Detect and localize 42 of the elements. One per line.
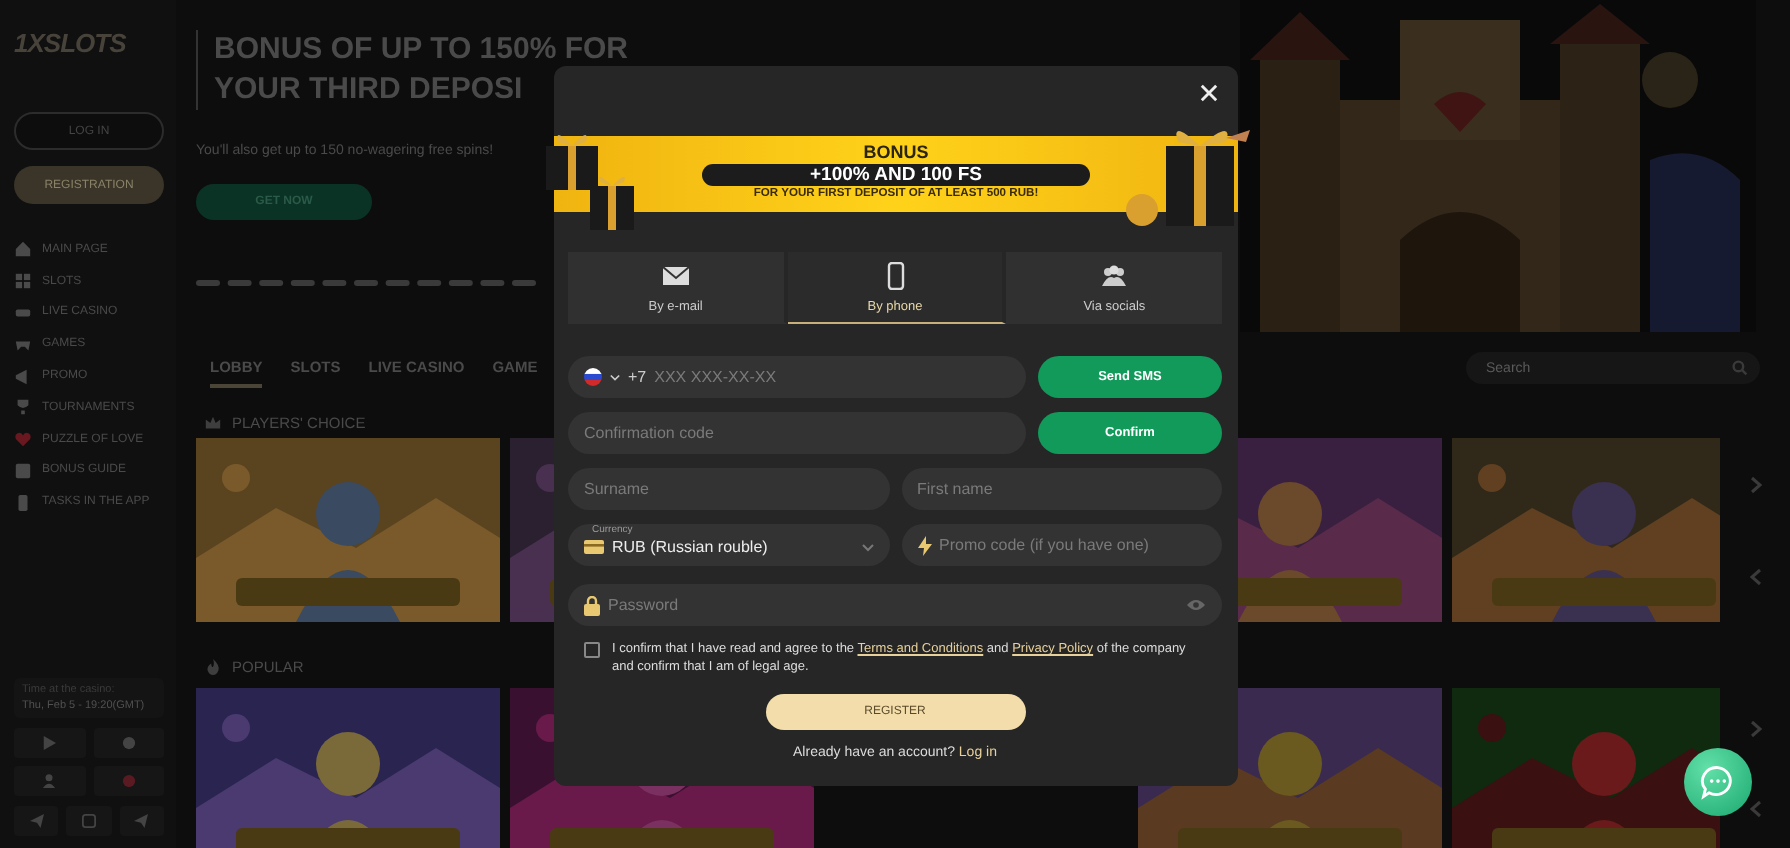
consent-checkbox[interactable]	[584, 642, 600, 658]
chevron-left-icon[interactable]	[1749, 799, 1761, 817]
logo[interactable]: 1XSLOTS	[14, 28, 164, 68]
play-icon[interactable]	[14, 728, 85, 759]
phone-icon	[14, 493, 32, 512]
eye-icon[interactable]	[1186, 598, 1206, 612]
surname-field[interactable]: Surname	[568, 468, 889, 510]
chevron-left-icon[interactable]	[1749, 567, 1761, 586]
confirmation-code-field[interactable]: Confirmation code	[568, 412, 1026, 454]
bonus-offer: +100% AND 100 FS	[702, 164, 1090, 186]
lightning-icon	[917, 535, 931, 555]
envelope-icon	[661, 261, 690, 289]
heart-icon	[14, 430, 32, 449]
flame-icon	[204, 658, 222, 677]
trophy-icon	[14, 398, 32, 417]
phone-field[interactable]: +7 XXX XXX-XX-XX	[568, 356, 1026, 398]
promo-code-field[interactable]: Promo code (if you have one)	[901, 524, 1222, 566]
people-icon	[1100, 261, 1129, 289]
country-code: +7	[628, 368, 647, 386]
lock-icon	[584, 595, 600, 615]
caret-icon	[861, 543, 873, 551]
caret-icon	[610, 373, 620, 381]
card-icon	[584, 540, 604, 554]
crown-icon	[204, 413, 222, 432]
home-icon	[14, 240, 32, 259]
grid-icon	[14, 272, 32, 291]
chevron-right-icon[interactable]	[1749, 719, 1761, 737]
paper-plane-icon[interactable]	[119, 806, 164, 837]
search-icon	[1732, 360, 1748, 377]
bonus-heading: BONUS	[863, 142, 929, 162]
first-name-field[interactable]: First name	[901, 468, 1222, 510]
flag-icon	[584, 368, 602, 386]
paper-plane-icon[interactable]	[14, 806, 59, 837]
chevron-right-icon[interactable]	[1749, 475, 1761, 494]
chat-button[interactable]	[1684, 748, 1752, 816]
person-icon[interactable]	[14, 766, 85, 797]
chat-bubble-icon	[1700, 764, 1736, 800]
carousel-pagination-drawing[interactable]	[196, 280, 536, 288]
password-field[interactable]: Password	[568, 584, 1222, 626]
square-icon[interactable]	[66, 806, 112, 837]
close-icon[interactable]	[1200, 84, 1218, 102]
card-icon	[14, 303, 32, 322]
